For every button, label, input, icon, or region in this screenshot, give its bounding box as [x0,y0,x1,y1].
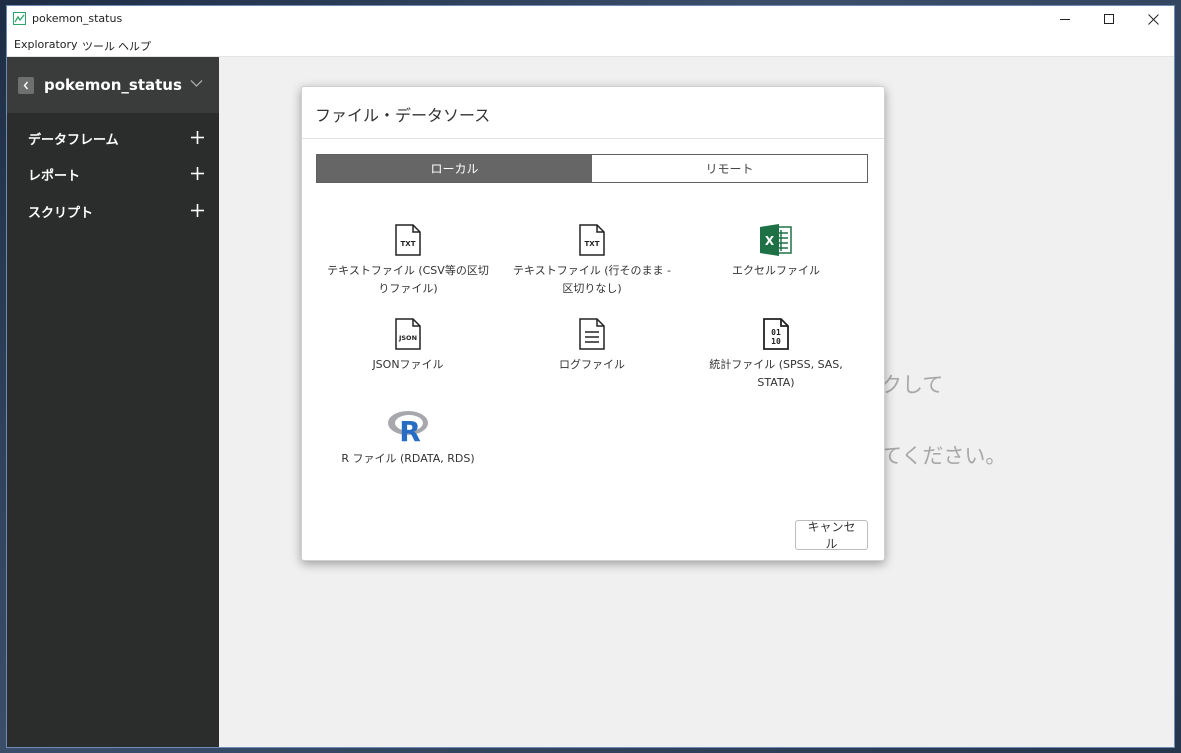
sidebar: pokemon_status データフレーム レポート スクリプト [7,57,219,747]
dialog-divider [302,138,884,139]
minimize-icon [1059,19,1070,20]
tab-local[interactable]: ローカル [317,155,592,182]
log-file-icon [579,318,605,350]
project-name: pokemon_status [44,76,182,94]
source-log[interactable]: ログファイル [500,314,684,374]
json-file-icon: JSON [395,318,421,350]
sidebar-item-label: レポート [28,169,81,184]
maximize-button[interactable] [1087,6,1131,33]
svg-text:R: R [399,415,421,444]
txt-file-icon: TXT [395,224,421,256]
add-script-icon[interactable] [191,204,204,217]
close-window-button[interactable] [1131,6,1174,33]
window-title: pokemon_status [32,12,123,25]
menu-bar: Exploratory ツール ヘルプ [7,33,1174,57]
r-logo-icon: R [388,411,428,444]
sidebar-item-label: スクリプト [28,206,94,221]
background-hint-line2: てください。 [881,444,1007,468]
source-label: エクセルファイル [732,264,820,277]
menu-exploratory[interactable]: Exploratory [14,38,78,51]
source-label: JSONファイル [372,358,444,371]
svg-text:X: X [765,234,775,248]
maximize-icon [1103,14,1114,24]
app-logo-icon [13,12,26,25]
add-dataframe-icon[interactable] [191,131,204,144]
source-label: テキストファイル (行そのまま - 区切りなし) [513,264,671,295]
txt-file-icon: TXT [579,224,605,256]
svg-text:10: 10 [771,337,781,346]
source-text-delimited[interactable]: TXT テキストファイル (CSV等の区切りファイル) [316,220,500,298]
dialog-title: ファイル・データソース [315,106,491,125]
back-button[interactable] [18,77,34,94]
add-report-icon[interactable] [191,167,204,180]
excel-icon: X [760,224,792,256]
svg-text:TXT: TXT [585,240,600,248]
source-r-file[interactable]: R R ファイル (RDATA, RDS) [316,408,500,468]
menu-help[interactable]: ヘルプ [118,38,151,54]
minimize-button[interactable] [1043,6,1087,33]
cancel-button[interactable]: キャンセル [795,520,868,551]
title-bar: pokemon_status [7,6,1174,33]
source-label: R ファイル (RDATA, RDS) [341,452,475,465]
source-label: 統計ファイル (SPSS, SAS, STATA) [709,358,843,389]
tab-remote[interactable]: リモート [592,155,867,182]
sidebar-item-label: データフレーム [28,133,119,148]
svg-text:JSON: JSON [398,334,417,342]
chevron-left-icon [23,81,29,90]
svg-text:TXT: TXT [401,240,416,248]
binary-file-icon: 01 10 [763,318,789,350]
project-header: pokemon_status [7,57,219,113]
sidebar-item-reports[interactable]: レポート [7,159,219,189]
source-tabs: ローカル リモート [316,154,868,183]
source-label: テキストファイル (CSV等の区切りファイル) [327,264,489,295]
source-json[interactable]: JSON JSONファイル [316,314,500,374]
sidebar-item-scripts[interactable]: スクリプト [7,196,219,226]
source-label: ログファイル [559,358,625,371]
file-datasource-dialog: ファイル・データソース ローカル リモート TXT テキストファイル (CSV等… [301,86,885,561]
close-icon [1147,14,1159,25]
source-text-raw[interactable]: TXT テキストファイル (行そのまま - 区切りなし) [500,220,684,298]
app-window: pokemon_status Exploratory ツール ヘルプ pokem… [6,5,1175,748]
svg-text:01: 01 [771,328,781,337]
source-excel[interactable]: X エクセルファイル [684,220,868,280]
sidebar-item-dataframes[interactable]: データフレーム [7,123,219,153]
menu-tools[interactable]: ツール [82,38,115,54]
source-stats[interactable]: 01 10 統計ファイル (SPSS, SAS, STATA) [684,314,868,392]
chevron-down-icon[interactable] [190,79,203,88]
background-hint-line1: クして [881,373,944,397]
